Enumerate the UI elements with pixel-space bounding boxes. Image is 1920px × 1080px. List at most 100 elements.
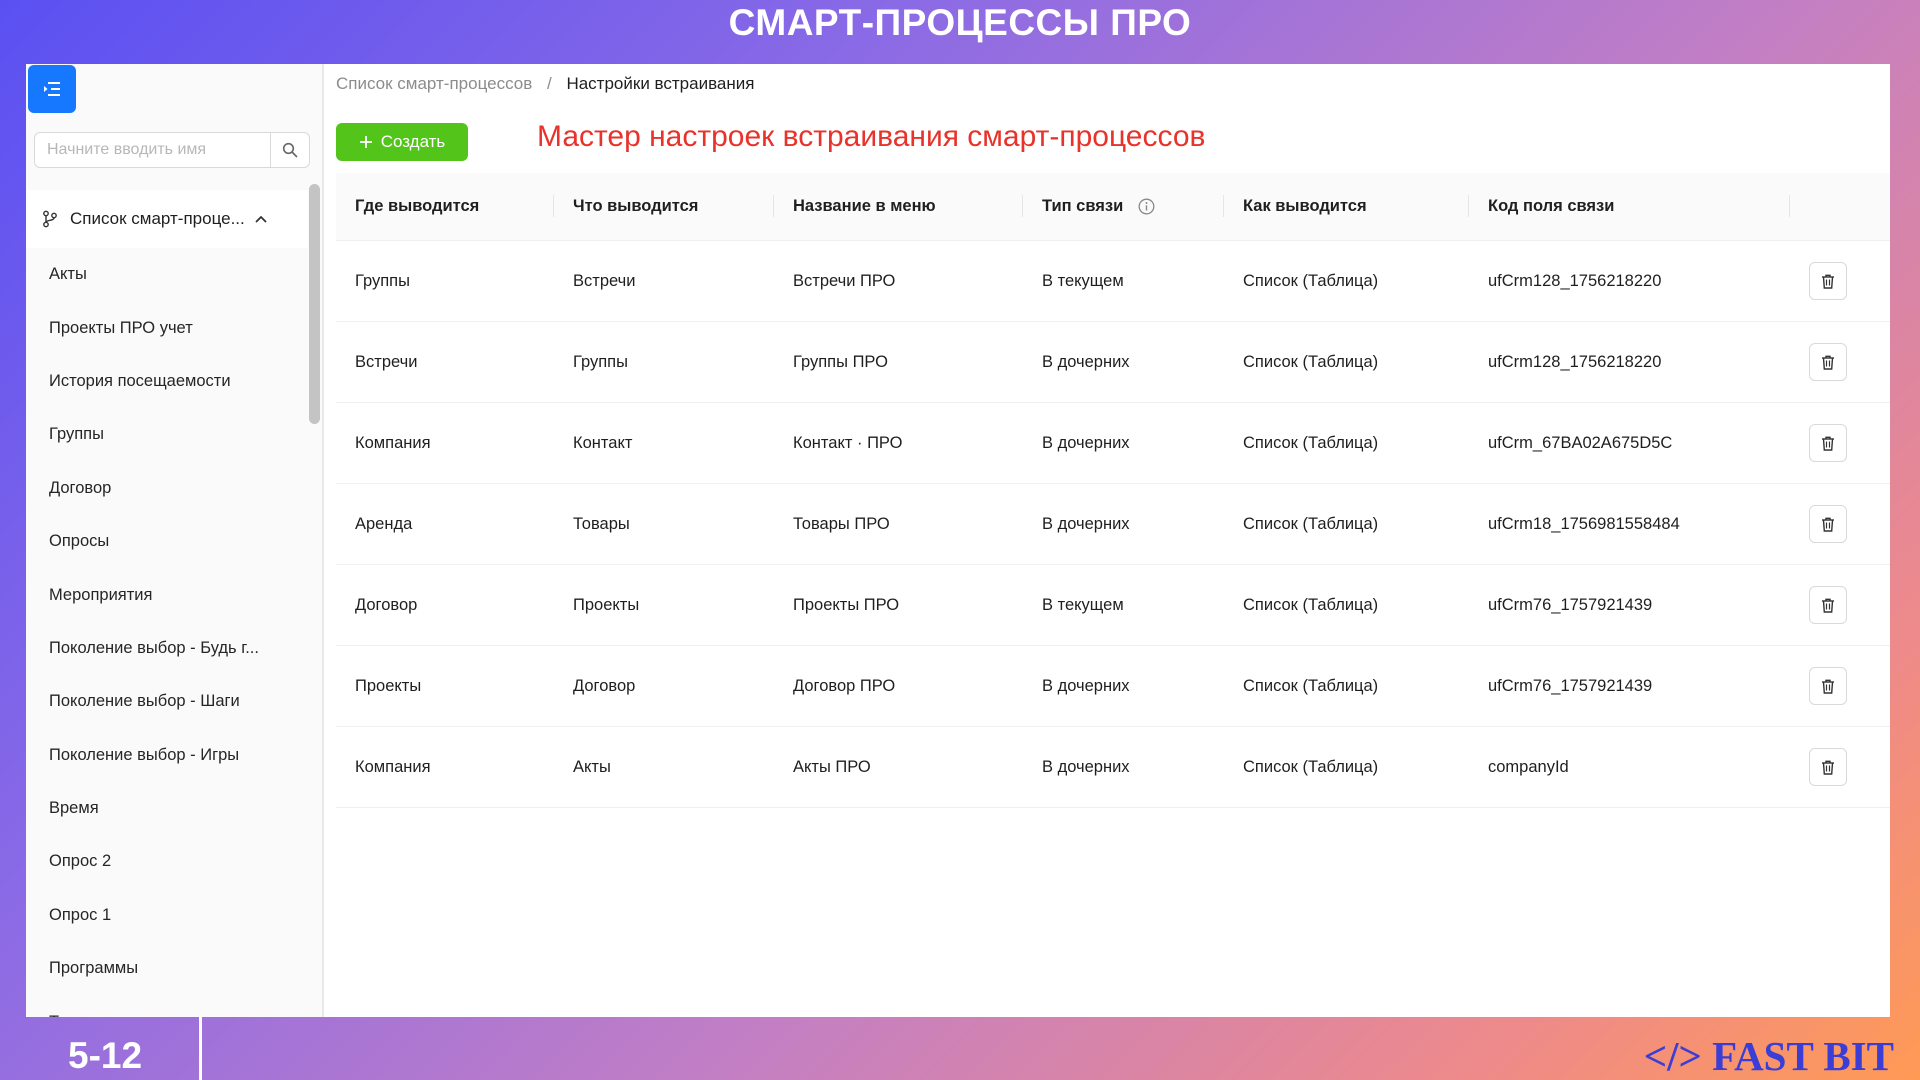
table-cell-actions — [1790, 321, 1890, 403]
table-cell: Встречи — [554, 240, 774, 322]
table-cell: Компания — [336, 402, 554, 484]
column-header: Как выводится — [1224, 173, 1469, 241]
table-cell: Проекты — [336, 645, 554, 727]
table-cell: companyId — [1469, 726, 1790, 808]
sidebar-item[interactable]: Программы — [26, 942, 308, 995]
column-header: Где выводится — [336, 173, 554, 241]
sidebar-scrollbar[interactable] — [309, 184, 320, 424]
delete-button[interactable] — [1809, 748, 1847, 786]
table-cell: Проекты ПРО — [774, 564, 1023, 646]
search-button[interactable] — [270, 133, 309, 167]
table-cell: Список (Таблица) — [1224, 321, 1469, 403]
search-icon — [282, 142, 298, 158]
delete-button[interactable] — [1809, 667, 1847, 705]
sidebar-item[interactable]: Поколение выбор - Шаги — [26, 675, 308, 728]
table-cell: Контакт · ПРО — [774, 402, 1023, 484]
table-row: Проекты Договор Договор ПРО В дочерних Списо… — [336, 645, 1890, 727]
sidebar-item[interactable]: Группы — [26, 408, 308, 461]
table-cell-actions — [1790, 726, 1890, 808]
breadcrumb: Список смарт-процессов / Настройки встра… — [336, 74, 754, 94]
app-window: Список смарт-проце... Акты Проекты ПРО у… — [26, 64, 1890, 1017]
sidebar-item[interactable]: Время — [26, 782, 308, 835]
menu-toggle-button[interactable] — [28, 65, 76, 113]
table-cell: Группы ПРО — [774, 321, 1023, 403]
trash-icon — [1822, 760, 1834, 775]
footer-divider — [199, 1017, 202, 1080]
table-row: Компания Контакт Контакт · ПРО В дочерних Сп… — [336, 402, 1890, 484]
table-cell: Список (Таблица) — [1224, 726, 1469, 808]
table-cell: Список (Таблица) — [1224, 240, 1469, 322]
table-cell: Список (Таблица) — [1224, 483, 1469, 565]
delete-button[interactable] — [1809, 343, 1847, 381]
main-content: Список смарт-процессов / Настройки встра… — [324, 64, 1890, 1017]
sidebar-item[interactable]: Опрос 2 — [26, 835, 308, 888]
tree-parent-smart-processes[interactable]: Список смарт-проце... — [26, 190, 308, 248]
search-input[interactable] — [35, 133, 270, 167]
delete-button[interactable] — [1809, 505, 1847, 543]
table-cell: ufCrm128_1756218220 — [1469, 240, 1790, 322]
table-cell: Аренда — [336, 483, 554, 565]
delete-button[interactable] — [1809, 262, 1847, 300]
table-cell: Контакт — [554, 402, 774, 484]
menu-fold-icon — [44, 82, 60, 96]
table-cell-actions — [1790, 402, 1890, 484]
delete-button[interactable] — [1809, 424, 1847, 462]
table-cell: Договор — [336, 564, 554, 646]
table-cell: Договор — [554, 645, 774, 727]
create-button-label: Создать — [380, 132, 446, 151]
column-header: Код поля связи — [1469, 173, 1790, 241]
create-button[interactable]: Создать — [336, 123, 468, 161]
trash-icon — [1822, 598, 1834, 613]
breadcrumb-parent-link[interactable]: Список смарт-процессов — [336, 74, 532, 93]
table-cell: В дочерних — [1023, 645, 1224, 727]
sidebar-item[interactable]: Поколение выбор - Будь г... — [26, 622, 308, 675]
tree-parent-label: Список смарт-проце... — [70, 209, 245, 228]
table-row: Договор Проекты Проекты ПРО В текущем Список… — [336, 564, 1890, 646]
table-cell: В дочерних — [1023, 321, 1224, 403]
sidebar-item[interactable]: Мероприятия — [26, 568, 308, 621]
sidebar-item[interactable]: Акты — [26, 248, 308, 301]
column-header: Тип связи — [1023, 173, 1224, 241]
branch-icon — [42, 210, 58, 228]
table-body: Группы Встречи Встречи ПРО В текущем Список … — [336, 240, 1890, 808]
trash-icon — [1822, 355, 1834, 370]
breadcrumb-separator: / — [546, 74, 552, 93]
table-cell: ufCrm128_1756218220 — [1469, 321, 1790, 403]
table-cell-actions — [1790, 564, 1890, 646]
table-row: Компания Акты Акты ПРО В дочерних Список (Та… — [336, 726, 1890, 808]
sidebar-item[interactable]: Опросы — [26, 515, 308, 568]
sidebar-item[interactable]: Проекты ПРО учет — [26, 301, 308, 354]
annotation-note: Мастер настроек встраивания смарт-процес… — [537, 120, 1206, 153]
brand-logo: </> FAST BIT — [1643, 1033, 1894, 1079]
info-icon[interactable] — [1138, 198, 1155, 215]
table-cell: В текущем — [1023, 564, 1224, 646]
sidebar-item[interactable]: История посещаемости — [26, 355, 308, 408]
table-cell: Встречи ПРО — [774, 240, 1023, 322]
table-cell: В текущем — [1023, 240, 1224, 322]
column-header: Название в меню — [774, 173, 1023, 241]
table-row: Встречи Группы Группы ПРО В дочерних Список … — [336, 321, 1890, 403]
table-cell-actions — [1790, 645, 1890, 727]
table-cell: ufCrm76_1757921439 — [1469, 564, 1790, 646]
delete-button[interactable] — [1809, 586, 1847, 624]
plus-icon — [359, 136, 372, 148]
trash-icon — [1822, 517, 1834, 532]
sidebar-search — [34, 132, 310, 168]
sidebar-item[interactable]: Опрос 1 — [26, 889, 308, 942]
trash-icon — [1822, 436, 1834, 451]
breadcrumb-current: Настройки встраивания — [566, 74, 755, 93]
sidebar-item[interactable]: Договор — [26, 462, 308, 515]
sidebar-item[interactable]: Поколение выбор - Игры — [26, 729, 308, 782]
table-cell: Проекты — [554, 564, 774, 646]
table-header-row: Где выводится Что выводится Название в м… — [336, 173, 1890, 241]
table-cell-actions — [1790, 483, 1890, 565]
sidebar-item[interactable]: Техника — [26, 995, 308, 1017]
table-row: Аренда Товары Товары ПРО В дочерних Список (… — [336, 483, 1890, 565]
trash-icon — [1822, 679, 1834, 694]
table-cell: Товары ПРО — [774, 483, 1023, 565]
table-cell: Группы — [554, 321, 774, 403]
column-header-actions — [1790, 173, 1890, 241]
table-cell: В дочерних — [1023, 483, 1224, 565]
table-cell: Акты — [554, 726, 774, 808]
tree-items: Акты Проекты ПРО учет История посещаемос… — [26, 248, 308, 1017]
